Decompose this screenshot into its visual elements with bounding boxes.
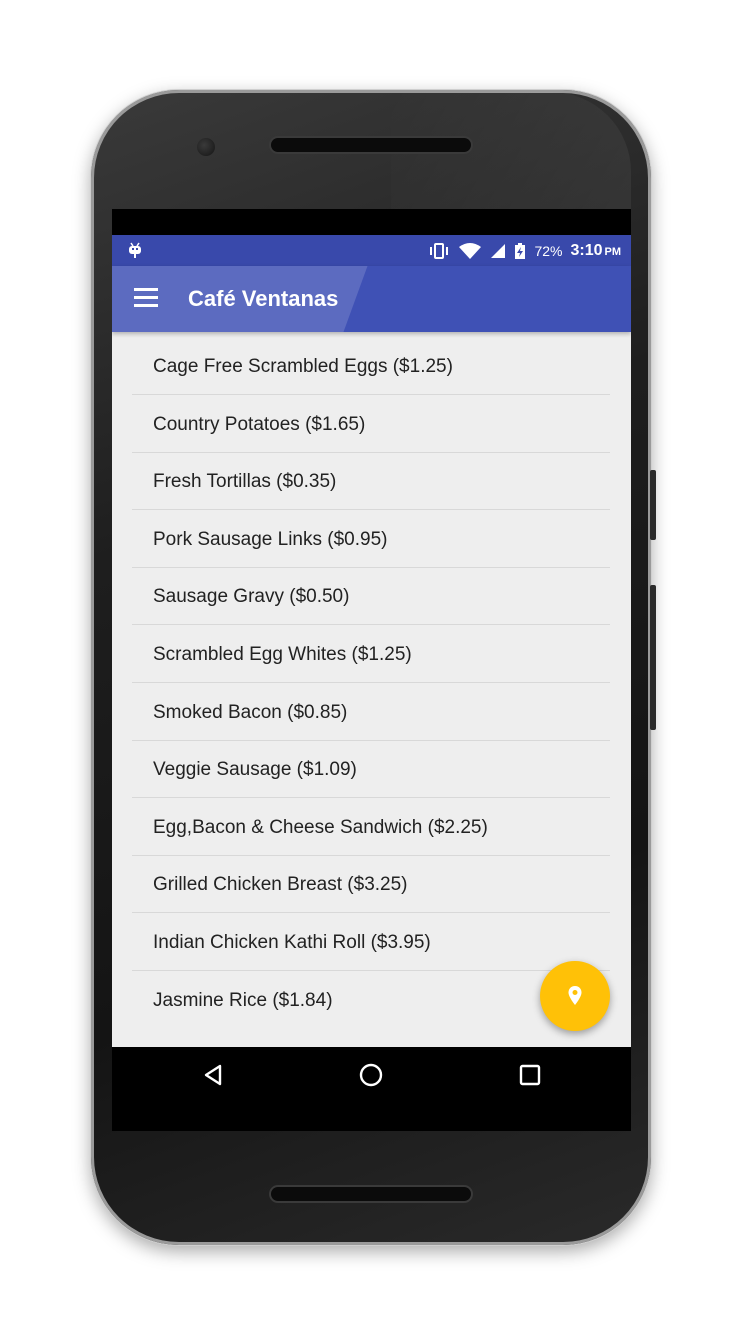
status-bar: 72% 3:10 PM (112, 235, 631, 266)
list-item[interactable]: Jasmine Rice ($1.84) (132, 972, 610, 1029)
front-camera (197, 138, 215, 156)
battery-percent: 72% (534, 242, 563, 259)
list-item[interactable]: Sausage Gravy ($0.50) (132, 568, 610, 625)
status-indicators: 72% 3:10 PM (428, 235, 621, 266)
list-item[interactable]: Fresh Tortillas ($0.35) (132, 453, 610, 510)
location-fab-button[interactable] (540, 961, 610, 1031)
recents-icon[interactable] (516, 1061, 544, 1089)
battery-charging-icon (515, 242, 526, 259)
debug-icon (129, 242, 141, 258)
bottom-speaker (271, 1187, 471, 1201)
list-item[interactable]: Pork Sausage Links ($0.95) (132, 511, 610, 568)
list-item[interactable]: Scrambled Egg Whites ($1.25) (132, 626, 610, 683)
clock: 3:10 PM (570, 242, 621, 260)
power-button (650, 585, 656, 730)
list-item[interactable]: Cage Free Scrambled Eggs ($1.25) (132, 338, 610, 395)
home-icon[interactable] (357, 1061, 385, 1089)
list-item[interactable]: Smoked Bacon ($0.85) (132, 684, 610, 741)
list-item[interactable]: Indian Chicken Kathi Roll ($3.95) (132, 914, 610, 971)
back-icon[interactable] (199, 1061, 227, 1089)
clock-time: 3:10 (570, 241, 603, 259)
app-bar: Café Ventanas (112, 266, 631, 332)
list-item[interactable]: Grilled Chicken Breast ($3.25) (132, 856, 610, 913)
app-title: Café Ventanas (188, 286, 339, 311)
navigation-bar (112, 1047, 631, 1103)
location-pin-icon (568, 986, 582, 1005)
menu-list[interactable]: Cage Free Scrambled Eggs ($1.25) Country… (112, 332, 631, 1047)
list-item[interactable]: Country Potatoes ($1.65) (132, 396, 610, 453)
top-speaker (271, 138, 471, 152)
phone-shine (391, 92, 631, 212)
list-item[interactable]: Veggie Sausage ($1.09) (132, 741, 610, 798)
vibrate-icon (430, 242, 449, 259)
list-item[interactable]: Egg,Bacon & Cheese Sandwich ($2.25) (132, 799, 610, 856)
volume-button (650, 470, 656, 540)
signal-icon (491, 243, 506, 258)
wifi-icon (459, 242, 482, 259)
clock-ampm: PM (604, 245, 622, 258)
screen: 72% 3:10 PM Café Ventanas Cage Free Scram… (112, 209, 631, 1131)
hamburger-menu-icon[interactable] (134, 288, 160, 310)
